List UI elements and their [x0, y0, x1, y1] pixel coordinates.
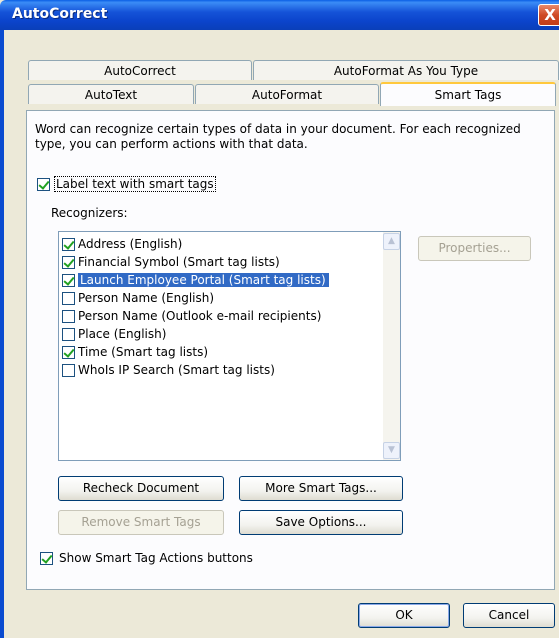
recognizers-list[interactable]: Address (English) Financial Symbol (Smar…: [58, 231, 401, 461]
recognizer-checkbox[interactable]: [62, 291, 75, 305]
more-smart-tags-button[interactable]: More Smart Tags...: [239, 476, 403, 501]
save-options-button[interactable]: Save Options...: [239, 510, 403, 535]
recognizer-checkbox[interactable]: [62, 273, 75, 287]
recognizer-checkbox[interactable]: [62, 255, 75, 269]
title-bar[interactable]: AutoCorrect X: [0, 0, 559, 30]
recognizer-checkbox[interactable]: [62, 237, 75, 251]
recognizer-label: Person Name (Outlook e-mail recipients): [78, 309, 322, 323]
remove-smart-tags-button[interactable]: Remove Smart Tags: [58, 510, 224, 535]
list-item[interactable]: Place (English): [62, 325, 166, 343]
recognizers-label: Recognizers:: [51, 206, 128, 220]
show-actions-label: Show Smart Tag Actions buttons: [59, 551, 253, 565]
recognizer-checkbox[interactable]: [62, 309, 75, 323]
list-scrollbar[interactable]: ▲ ▼: [383, 232, 400, 460]
list-item[interactable]: Address (English): [62, 235, 182, 253]
show-actions-option[interactable]: Show Smart Tag Actions buttons: [40, 551, 253, 565]
recognizer-label: Launch Employee Portal (Smart tag lists): [78, 273, 329, 287]
recognizer-label: Address (English): [78, 237, 183, 251]
autocorrect-dialog: AutoCorrect X AutoCorrect AutoFormat As …: [0, 0, 559, 638]
recheck-document-button[interactable]: Recheck Document: [58, 476, 224, 501]
scroll-up-icon[interactable]: ▲: [383, 233, 400, 250]
cancel-button[interactable]: Cancel: [463, 603, 555, 628]
tab-autoformat[interactable]: AutoFormat: [195, 84, 379, 104]
window-border: [0, 30, 4, 638]
label-smart-tags-label: Label text with smart tags: [54, 176, 216, 192]
ok-button[interactable]: OK: [358, 603, 450, 628]
tab-autocorrect[interactable]: AutoCorrect: [28, 60, 252, 80]
recognizer-checkbox[interactable]: [62, 363, 75, 377]
recognizer-checkbox[interactable]: [62, 327, 75, 341]
description-text: Word can recognize certain types of data…: [35, 122, 521, 151]
tab-autoformat-as-you-type[interactable]: AutoFormat As You Type: [253, 60, 559, 80]
scroll-down-icon[interactable]: ▼: [383, 442, 400, 459]
list-item[interactable]: WhoIs IP Search (Smart tag lists): [62, 361, 275, 379]
tab-autotext[interactable]: AutoText: [28, 84, 194, 104]
list-item[interactable]: Person Name (Outlook e-mail recipients): [62, 307, 321, 325]
recognizer-label: WhoIs IP Search (Smart tag lists): [78, 363, 275, 377]
recognizer-label: Financial Symbol (Smart tag lists): [78, 255, 280, 269]
tab-smart-tags[interactable]: Smart Tags: [380, 82, 556, 106]
properties-button[interactable]: Properties...: [418, 236, 531, 261]
recognizer-label: Time (Smart tag lists): [78, 345, 209, 359]
list-item[interactable]: Financial Symbol (Smart tag lists): [62, 253, 280, 271]
recognizer-label: Person Name (English): [78, 291, 215, 305]
recognizer-label: Place (English): [78, 327, 167, 341]
list-item[interactable]: Time (Smart tag lists): [62, 343, 208, 361]
dialog-title: AutoCorrect: [12, 6, 108, 22]
label-smart-tags-option[interactable]: Label text with smart tags: [37, 176, 216, 192]
list-item[interactable]: Launch Employee Portal (Smart tag lists): [62, 271, 329, 289]
list-item[interactable]: Person Name (English): [62, 289, 214, 307]
label-smart-tags-checkbox[interactable]: [37, 177, 50, 191]
recognizer-checkbox[interactable]: [62, 345, 75, 359]
show-actions-checkbox[interactable]: [40, 551, 53, 565]
close-button[interactable]: X: [538, 4, 559, 26]
